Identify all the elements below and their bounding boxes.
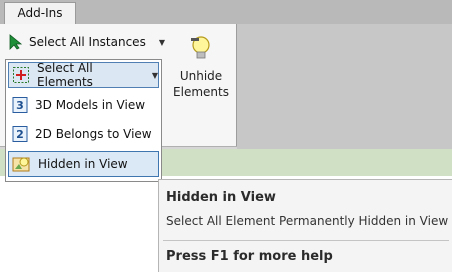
2d-icon: 2: [11, 125, 29, 143]
hidden-icon: [12, 155, 32, 173]
menu-item-hidden-in-view[interactable]: Hidden in View: [8, 151, 159, 177]
command-tooltip: Hidden in View Select All Element Perman…: [158, 179, 452, 272]
select-all-elements-dropdown: Select All Elements ▼ 3 3D Models in Vie…: [5, 59, 162, 182]
tab-add-ins[interactable]: Add-Ins: [4, 2, 76, 24]
menu-item-label: 3D Models in View: [35, 98, 146, 112]
chevron-down-icon[interactable]: ▼: [152, 71, 158, 80]
select-elements-icon: [12, 66, 30, 84]
menu-item-2d-belongs-to-view[interactable]: 2 2D Belongs to View: [8, 121, 159, 147]
svg-text:2: 2: [16, 128, 24, 141]
unhide-label-line2: Elements: [173, 85, 229, 99]
tooltip-title: Hidden in View: [166, 190, 276, 205]
chevron-down-icon[interactable]: ▼: [159, 38, 165, 47]
tooltip-description: Select All Element Permanently Hidden in…: [166, 214, 449, 228]
tooltip-help-text: Press F1 for more help: [166, 249, 333, 264]
unhide-elements-button[interactable]: Unhide Elements: [170, 34, 232, 100]
menu-item-label: Hidden in View: [38, 157, 128, 171]
unhide-label-line1: Unhide: [179, 69, 223, 83]
select-all-instances-label: Select All Instances: [29, 35, 146, 49]
arrow-cursor-icon: [8, 34, 22, 50]
svg-text:3: 3: [16, 99, 24, 112]
ribbon-tabstrip: Add-Ins: [0, 0, 452, 24]
select-all-elements-label: Select All Elements: [37, 61, 93, 89]
select-all-elements-button[interactable]: Select All Elements ▼: [8, 61, 159, 89]
menu-item-3d-models-in-view[interactable]: 3 3D Models in View: [8, 92, 159, 118]
menu-item-label: 2D Belongs to View: [35, 127, 152, 141]
lightbulb-icon: [170, 34, 232, 64]
3d-icon: 3: [11, 96, 29, 114]
tooltip-divider: [163, 240, 449, 241]
select-all-instances-button[interactable]: Select All Instances ▼: [8, 31, 165, 53]
